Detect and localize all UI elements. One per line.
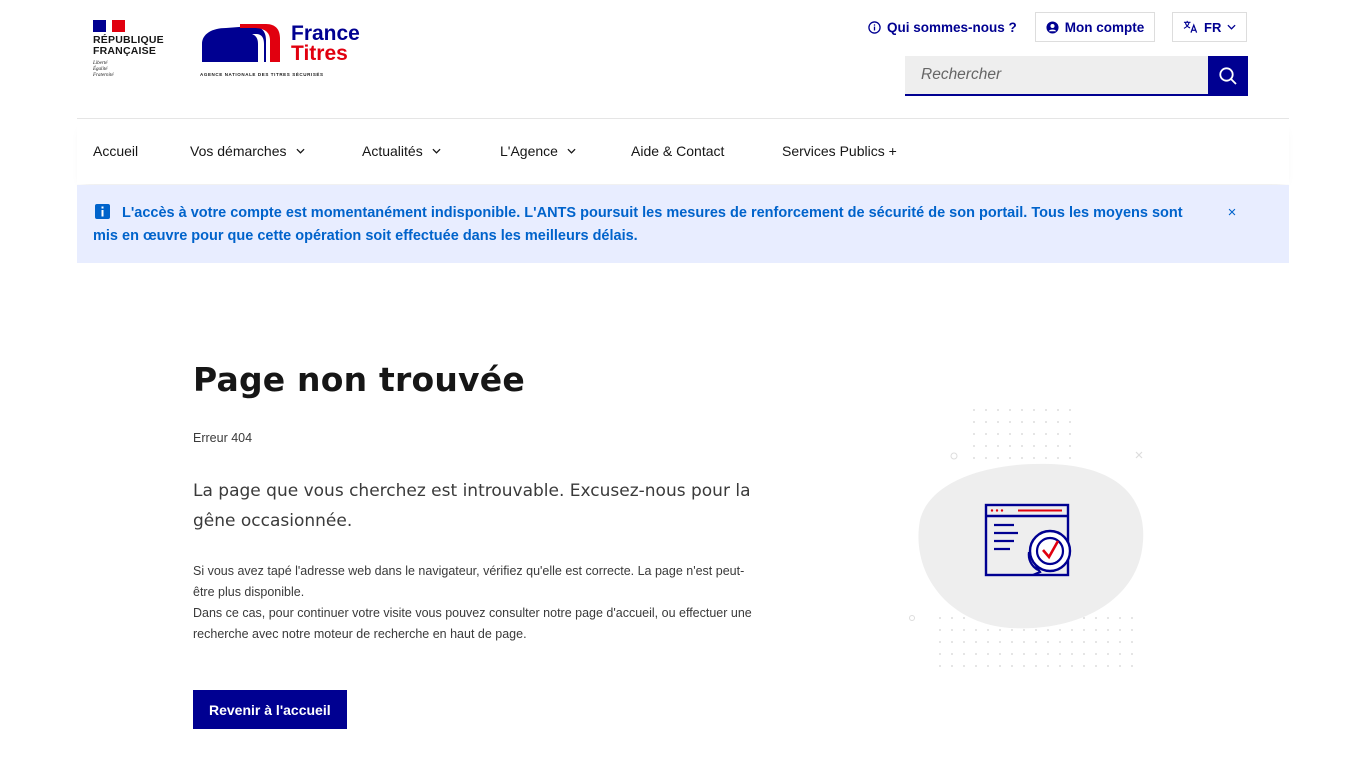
main-navigation: Accueil Vos démarches Actualités L'Agenc… [77, 118, 1289, 184]
body-text: Si vous avez tapé l'adresse web dans le … [193, 561, 763, 645]
translate-icon [1183, 20, 1198, 33]
info-notice: L'accès à votre compte est momentanément… [77, 185, 1289, 263]
chevron-down-icon [1227, 24, 1236, 30]
error-illustration [909, 409, 1144, 667]
chevron-down-icon [295, 148, 305, 154]
close-notice-button[interactable]: × [1223, 203, 1241, 221]
nav-item-label: Services Publics + [782, 143, 897, 159]
header-tools: Qui sommes-nous ? Mon compte [858, 12, 1156, 42]
nav-item-label: L'Agence [500, 143, 558, 159]
nav-item-label: Vos démarches [190, 143, 287, 159]
body-paragraph: Dans ce cas, pour continuer votre visite… [193, 606, 752, 641]
nav-item-label: Actualités [362, 143, 423, 159]
chevron-down-icon [432, 148, 441, 154]
account-button[interactable]: Mon compte [1034, 12, 1156, 42]
nav-item-label: Aide & Contact [631, 143, 725, 159]
nav-item-aide-contact[interactable]: Aide & Contact [631, 143, 724, 159]
user-account-icon [1046, 20, 1059, 34]
nav-item-label: Accueil [93, 143, 139, 159]
agency-name: AGENCE NATIONALE DES TITRES SÉCURISÉS [200, 72, 324, 77]
france-titres-emblem-icon [202, 24, 280, 62]
chevron-down-icon [567, 148, 576, 154]
site-header: RÉPUBLIQUE FRANÇAISE Liberté Égalité Fra… [0, 0, 1366, 118]
dot-pattern-top [973, 409, 1071, 459]
error-code: Erreur 404 [193, 431, 253, 445]
nav-item-actualites[interactable]: Actualités [362, 143, 441, 159]
republic-motto: Liberté Égalité Fraternité [93, 61, 114, 78]
notice-message: L'accès à votre compte est momentanément… [93, 205, 1183, 244]
account-button-label: Mon compte [1064, 19, 1145, 35]
body-paragraph: Si vous avez tapé l'adresse web dans le … [193, 564, 745, 599]
about-link[interactable]: Qui sommes-nous ? [858, 12, 1027, 42]
about-link-label: Qui sommes-nous ? [887, 19, 1017, 35]
page-title: Page non trouvée [193, 360, 525, 399]
search-bar [905, 56, 1248, 96]
nav-item-agence[interactable]: L'Agence [500, 143, 576, 159]
lead-text: La page que vous cherchez est introuvabl… [193, 481, 751, 531]
nav-item-services-publics[interactable]: Services Publics + [782, 143, 897, 159]
nav-item-vos-demarches[interactable]: Vos démarches [190, 143, 305, 159]
brand-titres: Titres [291, 42, 348, 65]
republic-name: RÉPUBLIQUE FRANÇAISE [93, 34, 164, 57]
search-icon [1219, 67, 1237, 85]
info-circle-icon [868, 20, 881, 34]
french-flag-icon [93, 20, 125, 32]
search-button[interactable] [1208, 56, 1248, 96]
back-home-button[interactable]: Revenir à l'accueil [193, 690, 347, 729]
search-input[interactable] [905, 56, 1208, 96]
nav-item-accueil[interactable]: Accueil [93, 143, 138, 159]
language-selector[interactable]: FR [1172, 12, 1248, 42]
language-label: FR [1204, 19, 1222, 35]
